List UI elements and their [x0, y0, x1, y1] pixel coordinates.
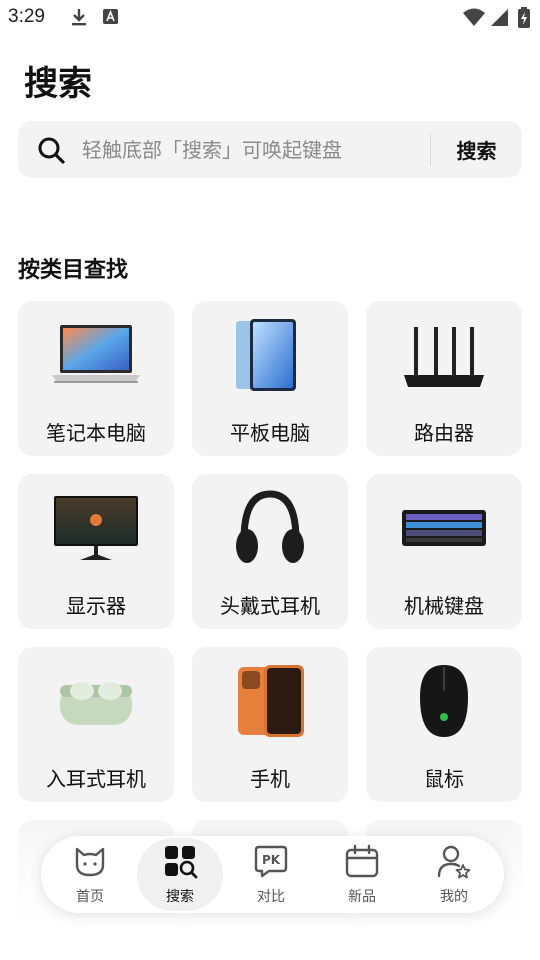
keyboard-a-icon	[103, 9, 118, 24]
signal-icon	[491, 9, 508, 26]
category-label: 入耳式耳机	[46, 767, 146, 791]
page-title: 搜索	[24, 64, 92, 104]
keyboard-icon	[402, 510, 486, 546]
download-icon	[72, 9, 86, 26]
svg-text:PK: PK	[262, 853, 281, 867]
mouse-icon	[420, 665, 468, 737]
cat-face-icon	[75, 847, 105, 877]
category-label: 机械键盘	[404, 594, 484, 618]
earbuds-icon	[60, 682, 132, 725]
bottom-nav: 首页 搜索 PK 对比 新品 我的	[41, 836, 504, 913]
category-label: 路由器	[414, 421, 474, 445]
grid-search-icon	[165, 846, 198, 879]
nav-label: 我的	[440, 889, 468, 905]
status-time: 3:29	[8, 6, 45, 27]
battery-charging-icon	[518, 7, 530, 28]
category-label: 显示器	[66, 594, 126, 618]
laptop-icon	[52, 325, 140, 383]
status-bar: 3:29	[0, 0, 540, 36]
headphones-icon	[236, 490, 304, 563]
nav-label: 搜索	[166, 889, 194, 905]
search-button[interactable]: 搜索	[431, 121, 522, 178]
category-label: 平板电脑	[230, 421, 310, 445]
phone-icon	[238, 665, 304, 737]
category-label: 手机	[250, 767, 290, 791]
nav-search[interactable]: 搜索	[135, 836, 225, 913]
search-bar: 搜索	[18, 121, 522, 178]
category-card-phone[interactable]: 手机	[192, 647, 348, 802]
category-card-keyboard[interactable]: 机械键盘	[366, 474, 522, 629]
nav-label: 首页	[76, 889, 104, 905]
category-card-mouse[interactable]: 鼠标	[366, 647, 522, 802]
pk-compare-icon: PK	[254, 845, 288, 878]
monitor-icon	[54, 496, 138, 560]
calendar-icon	[345, 844, 379, 878]
category-card-headphones[interactable]: 头戴式耳机	[192, 474, 348, 629]
nav-compare[interactable]: PK 对比	[226, 836, 316, 913]
nav-label: 新品	[348, 889, 376, 905]
wifi-icon	[463, 8, 485, 26]
profile-star-icon	[437, 845, 471, 879]
category-label: 笔记本电脑	[46, 421, 146, 445]
category-card-monitor[interactable]: 显示器	[18, 474, 174, 629]
nav-label: 对比	[257, 889, 285, 905]
search-icon	[38, 137, 65, 164]
nav-home[interactable]: 首页	[45, 836, 135, 913]
category-card-tablet[interactable]: 平板电脑	[192, 301, 348, 456]
category-label: 鼠标	[424, 767, 464, 791]
category-label: 头戴式耳机	[220, 594, 320, 618]
search-input[interactable]	[82, 121, 422, 178]
nav-profile[interactable]: 我的	[409, 836, 499, 913]
category-card-laptop[interactable]: 笔记本电脑	[18, 301, 174, 456]
section-title-categories: 按类目查找	[18, 258, 129, 283]
category-card-router[interactable]: 路由器	[366, 301, 522, 456]
category-card-earbuds[interactable]: 入耳式耳机	[18, 647, 174, 802]
tablet-icon	[236, 319, 296, 391]
router-icon	[404, 327, 484, 387]
nav-new-products[interactable]: 新品	[317, 836, 407, 913]
